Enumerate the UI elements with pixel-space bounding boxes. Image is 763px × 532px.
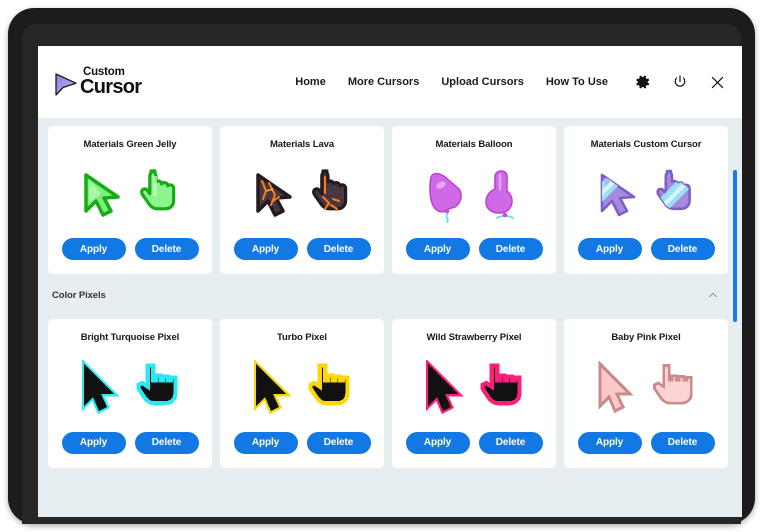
pointing-hand-cursor-icon: [312, 169, 348, 211]
pixel-arrow-cursor-icon: [81, 359, 120, 414]
cursor-card[interactable]: Turbo Pixel Apply Delete: [220, 319, 384, 468]
cursor-card[interactable]: Bright Turquoise Pixel Apply Delete: [48, 319, 212, 468]
delete-button[interactable]: Delete: [478, 238, 543, 261]
arrow-cursor-icon: [84, 173, 120, 218]
cursor-preview: [250, 350, 354, 428]
cursor-card[interactable]: Materials Green Jelly Apply Delete: [48, 126, 212, 275]
apply-button[interactable]: Apply: [405, 431, 470, 454]
cursor-card[interactable]: Wild Strawberry Pixel Apply Delete: [392, 319, 556, 468]
pixel-hand-cursor-icon: [308, 363, 350, 406]
pixel-hand-cursor-icon: [480, 363, 522, 406]
card-title: Turbo Pixel: [277, 332, 327, 344]
cursor-card[interactable]: Materials Balloon Apply Delete: [392, 126, 556, 275]
apply-button[interactable]: Apply: [577, 431, 642, 454]
pixel-hand-cursor-icon: [653, 363, 693, 405]
brand-logo[interactable]: Custom Cursor: [52, 66, 142, 98]
cursor-preview: [421, 156, 527, 234]
card-actions: Apply Delete: [233, 238, 371, 261]
main-nav: Home More Cursors Upload Cursors How To …: [295, 76, 608, 88]
pixel-hand-cursor-icon: [136, 363, 178, 406]
card-title: Materials Balloon: [435, 139, 513, 150]
delete-button[interactable]: Delete: [306, 238, 371, 261]
close-icon[interactable]: [708, 73, 726, 91]
chevron-up-icon[interactable]: [706, 288, 720, 302]
card-title: Materials Green Jelly: [83, 139, 177, 150]
card-actions: Apply Delete: [405, 238, 543, 261]
apply-button[interactable]: Apply: [61, 238, 126, 261]
logo-bottom-text: Cursor: [80, 75, 142, 98]
cursor-preview: [422, 350, 526, 428]
content-scroll-area[interactable]: Materials Green Jelly Apply Delete Mater…: [38, 118, 742, 517]
cursor-card[interactable]: Baby Pink Pixel Apply Delete: [564, 319, 728, 468]
delete-button[interactable]: Delete: [134, 431, 199, 454]
app-window: Custom Cursor Home More Cursors Upload C…: [38, 46, 742, 517]
section-header-label: Color Pixels: [52, 289, 106, 301]
pointing-hand-cursor-icon: [140, 169, 176, 211]
apply-button[interactable]: Apply: [61, 431, 126, 454]
cursor-card[interactable]: Materials Custom Cursor Apply Delete: [564, 126, 728, 275]
cursor-preview: [77, 156, 183, 234]
card-actions: Apply Delete: [61, 431, 199, 454]
nav-home[interactable]: Home: [295, 76, 326, 88]
vertical-scrollbar-thumb[interactable]: [733, 170, 737, 322]
pointing-hand-cursor-icon: [656, 170, 691, 211]
nav-more-cursors[interactable]: More Cursors: [348, 76, 420, 88]
app-header: Custom Cursor Home More Cursors Upload C…: [38, 46, 742, 118]
nav-how-to-use[interactable]: How To Use: [546, 76, 608, 88]
pixel-arrow-cursor-icon: [598, 360, 634, 413]
apply-button[interactable]: Apply: [405, 238, 470, 261]
card-actions: Apply Delete: [577, 238, 715, 261]
cursor-preview: [78, 350, 182, 428]
card-actions: Apply Delete: [233, 431, 371, 454]
delete-button[interactable]: Delete: [650, 431, 715, 454]
cursor-preview: [593, 156, 699, 234]
settings-gear-icon[interactable]: [634, 73, 652, 91]
cursor-card[interactable]: Materials Lava Apply Delete: [220, 126, 384, 275]
color-pixels-card-grid: Bright Turquoise Pixel Apply Delete Turb…: [38, 311, 742, 468]
card-title: Wild Strawberry Pixel: [426, 332, 522, 344]
pixel-arrow-cursor-icon: [425, 359, 464, 414]
card-title: Baby Pink Pixel: [611, 332, 681, 344]
arrow-cursor-icon: [429, 173, 462, 224]
power-icon[interactable]: [671, 73, 689, 91]
card-actions: Apply Delete: [61, 238, 199, 261]
nav-upload-cursors[interactable]: Upload Cursors: [441, 76, 524, 88]
pixel-arrow-cursor-icon: [253, 359, 292, 414]
card-title: Materials Lava: [269, 139, 335, 150]
cursor-preview: [249, 156, 355, 234]
cursor-preview: [594, 350, 698, 428]
delete-button[interactable]: Delete: [650, 238, 715, 261]
card-actions: Apply Delete: [405, 431, 543, 454]
arrow-cursor-icon: [600, 174, 636, 217]
card-title: Materials Custom Cursor: [590, 139, 702, 150]
section-header-color-pixels[interactable]: Color Pixels: [38, 279, 742, 311]
cursor-arrow-logo-icon: [52, 70, 80, 98]
delete-button[interactable]: Delete: [478, 431, 543, 454]
card-title: Bright Turquoise Pixel: [80, 332, 180, 344]
pointing-hand-cursor-icon: [485, 170, 514, 220]
apply-button[interactable]: Apply: [233, 431, 298, 454]
vertical-scrollbar-track[interactable]: [731, 118, 739, 517]
apply-button[interactable]: Apply: [577, 238, 642, 261]
header-actions: [634, 73, 726, 91]
delete-button[interactable]: Delete: [306, 431, 371, 454]
delete-button[interactable]: Delete: [134, 238, 199, 261]
apply-button[interactable]: Apply: [233, 238, 298, 261]
device-bezel: Custom Cursor Home More Cursors Upload C…: [8, 8, 755, 524]
card-actions: Apply Delete: [577, 431, 715, 454]
arrow-cursor-icon: [256, 173, 292, 218]
materials-card-grid: Materials Green Jelly Apply Delete Mater…: [38, 118, 742, 275]
